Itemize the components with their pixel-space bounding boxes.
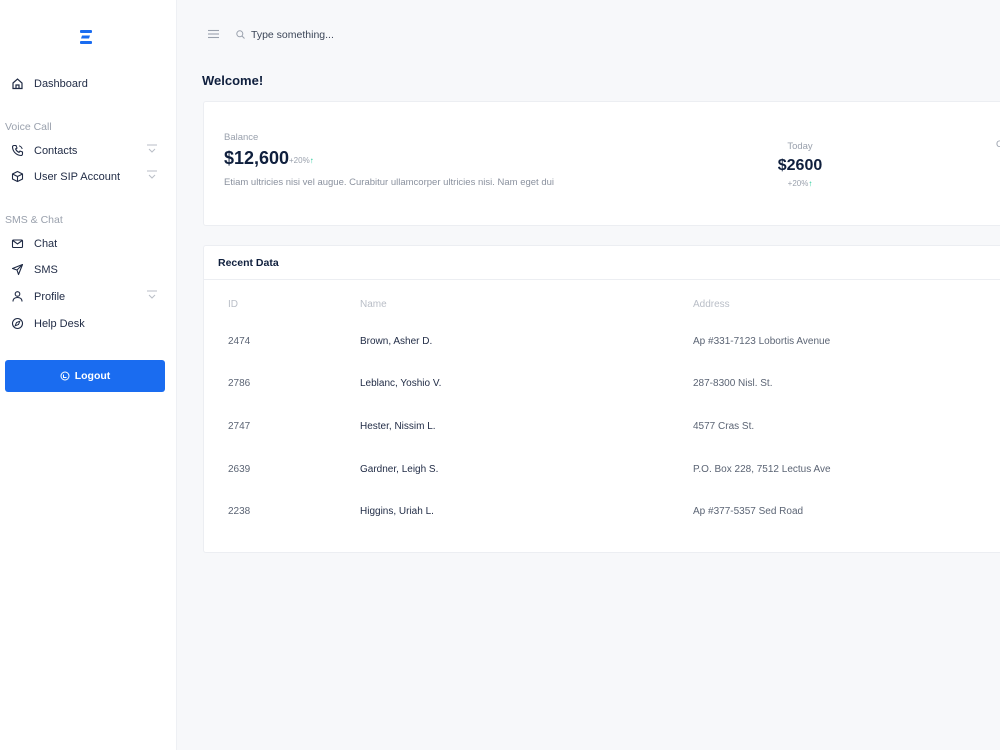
cell-name: Hester, Nissim L. (360, 421, 436, 432)
arrow-up-icon: ↑ (808, 179, 813, 188)
cell-id: 2474 (228, 336, 251, 347)
mail-icon (11, 237, 24, 250)
balance-change: +20%↑ (289, 156, 314, 165)
cell-id: 2238 (228, 506, 251, 517)
chevron-down-icon[interactable] (146, 169, 158, 181)
logout-label: Logout (74, 370, 111, 382)
sidebar-item-contacts[interactable]: Contacts (0, 141, 177, 161)
today-label: Today (787, 141, 813, 152)
power-icon (60, 371, 70, 381)
cell-name: Higgins, Uriah L. (360, 506, 434, 517)
page-title: Welcome! (202, 73, 264, 88)
sidebar-item-user-sip-account[interactable]: User SIP Account (0, 167, 177, 187)
table-row[interactable]: 2639 Gardner, Leigh S. P.O. Box 228, 751… (204, 464, 1000, 506)
section-label-sms-chat: SMS & Chat (5, 214, 63, 226)
home-icon (11, 77, 24, 90)
cell-address: 287-8300 Nisl. St. (693, 378, 773, 389)
compass-icon (11, 317, 24, 330)
balance-description: Etiam ultricies nisi vel augue. Curabitu… (224, 177, 554, 188)
cell-id: 2639 (228, 464, 251, 475)
section-label-voice: Voice Call (5, 121, 52, 133)
app-root: Dashboard Voice Call Contacts User SIP A… (0, 0, 1000, 750)
box-icon (11, 170, 24, 183)
today-change: +20%↑ (770, 179, 830, 188)
today-change-text: +20% (787, 179, 809, 188)
sidebar-item-label: Contacts (34, 145, 78, 157)
arrow-up-icon: ↑ (309, 156, 314, 165)
send-icon (11, 263, 24, 276)
user-icon (11, 290, 24, 303)
cell-name: Leblanc, Yoshio V. (360, 378, 442, 389)
phone-icon (11, 144, 24, 157)
sidebar-item-sms[interactable]: SMS (0, 260, 177, 280)
table-row[interactable]: 2474 Brown, Asher D. Ap #331-7123 Lobort… (204, 336, 1000, 378)
sidebar-item-label: Chat (34, 238, 58, 250)
sidebar-item-dashboard[interactable]: Dashboard (0, 74, 177, 94)
topbar (177, 0, 1000, 70)
recent-data-card: Recent Data ID Name Address 2474 Brown, … (203, 245, 1000, 553)
sidebar-item-label: Dashboard (34, 78, 88, 90)
column-header-address: Address (693, 299, 730, 310)
column-header-id: ID (228, 299, 238, 310)
search-input[interactable] (251, 26, 501, 44)
stat-label-clipped: C (996, 139, 1000, 150)
today-value: $2600 (777, 157, 823, 174)
cell-address: Ap #331-7123 Lobortis Avenue (693, 336, 831, 347)
table-row[interactable]: 2786 Leblanc, Yoshio V. 287-8300 Nisl. S… (204, 378, 1000, 420)
balance-value: $12,600 (224, 148, 290, 168)
sidebar-item-label: User SIP Account (34, 171, 121, 183)
card-title: Recent Data (218, 257, 279, 269)
logout-button[interactable]: Logout (5, 360, 165, 392)
sidebar-item-profile[interactable]: Profile (0, 287, 177, 307)
search-icon (236, 30, 245, 39)
sidebar-item-chat[interactable]: Chat (0, 234, 177, 254)
cell-address: P.O. Box 228, 7512 Lectus Ave (693, 464, 831, 475)
balance-card: Balance $12,600 +20%↑ Etiam ultricies ni… (203, 101, 1000, 226)
balance-change-text: +20% (289, 156, 310, 165)
balance-label: Balance (224, 132, 259, 143)
sidebar-item-label: Help Desk (34, 318, 85, 330)
cell-id: 2747 (228, 421, 251, 432)
sidebar-item-help-desk[interactable]: Help Desk (0, 314, 177, 334)
card-header: Recent Data (204, 246, 1000, 280)
table-row[interactable]: 2238 Higgins, Uriah L. Ap #377-5357 Sed … (204, 506, 1000, 548)
sidebar-item-label: SMS (34, 264, 58, 276)
column-header-name: Name (360, 299, 387, 310)
cell-name: Brown, Asher D. (360, 336, 433, 347)
cell-name: Gardner, Leigh S. (360, 464, 439, 475)
brand-logo-icon[interactable] (77, 28, 95, 46)
cell-address: Ap #377-5357 Sed Road (693, 506, 804, 517)
chevron-down-icon[interactable] (146, 143, 158, 155)
table-row[interactable]: 2747 Hester, Nissim L. 4577 Cras St. (204, 421, 1000, 463)
chevron-down-icon[interactable] (146, 289, 158, 301)
menu-icon[interactable] (208, 29, 219, 39)
sidebar: Dashboard Voice Call Contacts User SIP A… (0, 0, 177, 750)
sidebar-item-label: Profile (34, 291, 66, 303)
cell-address: 4577 Cras St. (693, 421, 755, 432)
cell-id: 2786 (228, 378, 251, 389)
